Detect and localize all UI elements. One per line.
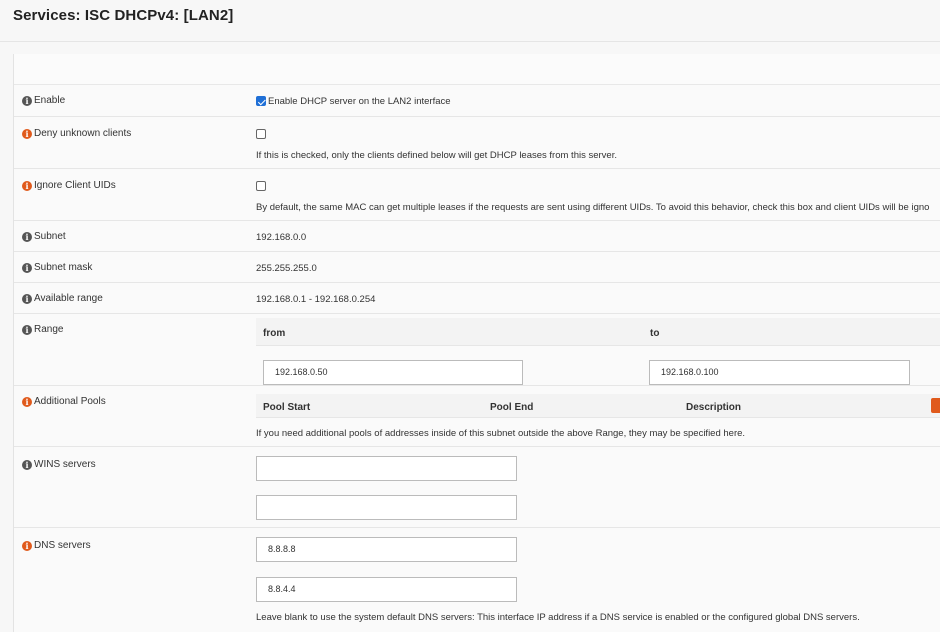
range-header: from to (256, 318, 940, 346)
range-from-input[interactable]: 192.168.0.50 (263, 360, 523, 385)
label-wins: i WINS servers (22, 459, 96, 470)
enable-checkbox-label[interactable]: Enable DHCP server on the LAN2 interface (268, 96, 451, 107)
row-additional-pools: i Additional Pools Pool Start Pool End D… (14, 386, 940, 447)
settings-panel: i Enable Enable DHCP server on the LAN2 … (13, 54, 940, 632)
label-subnet-text: Subnet (34, 231, 66, 242)
label-deny-unknown-text: Deny unknown clients (34, 128, 132, 139)
label-subnet: i Subnet (22, 231, 66, 242)
label-available-range-text: Available range (34, 293, 103, 304)
pools-col-end: Pool End (490, 402, 534, 413)
panel-header (14, 54, 940, 85)
pools-table-header: Pool Start Pool End Description (256, 394, 940, 418)
label-additional-pools: i Additional Pools (22, 396, 106, 407)
label-additional-pools-text: Additional Pools (34, 396, 106, 407)
row-subnet: i Subnet 192.168.0.0 (14, 221, 940, 252)
info-icon[interactable]: i (22, 459, 32, 470)
wins-server-2-input[interactable] (256, 495, 517, 520)
row-enable: i Enable Enable DHCP server on the LAN2 … (14, 85, 940, 117)
subnet-value: 192.168.0.0 (256, 232, 307, 243)
ignore-uids-help: By default, the same MAC can get multipl… (256, 202, 930, 213)
label-deny-unknown: i Deny unknown clients (22, 128, 131, 139)
row-range: i Range from to 192.168.0.50 192.168.0.1… (14, 314, 940, 386)
label-ignore-uids: i Ignore Client UIDs (22, 180, 116, 191)
label-subnet-mask: i Subnet mask (22, 262, 92, 273)
info-icon[interactable]: i (22, 293, 32, 304)
row-available-range: i Available range 192.168.0.1 - 192.168.… (14, 283, 940, 314)
range-to-input[interactable]: 192.168.0.100 (649, 360, 910, 385)
deny-unknown-help: If this is checked, only the clients def… (256, 150, 617, 161)
info-icon[interactable]: i (22, 231, 32, 242)
range-to-label: to (650, 328, 660, 339)
row-deny-unknown: i Deny unknown clients If this is checke… (14, 117, 940, 169)
info-icon[interactable]: i (22, 95, 32, 106)
page-title: Services: ISC DHCPv4: [LAN2] (13, 7, 234, 24)
info-icon[interactable]: i (22, 540, 32, 551)
available-range-value: 192.168.0.1 - 192.168.0.254 (256, 294, 376, 305)
row-wins: i WINS servers (14, 447, 940, 528)
label-enable: i Enable (22, 95, 65, 106)
info-icon[interactable]: i (22, 128, 32, 139)
wins-server-1-input[interactable] (256, 456, 517, 481)
info-icon[interactable]: i (22, 324, 32, 335)
enable-checkbox[interactable] (256, 96, 266, 106)
pools-help: If you need additional pools of addresse… (256, 428, 746, 439)
label-subnet-mask-text: Subnet mask (34, 262, 93, 273)
label-dns-text: DNS servers (34, 540, 91, 551)
row-subnet-mask: i Subnet mask 255.255.255.0 (14, 252, 940, 283)
dns-server-1-input[interactable]: 8.8.8.8 (256, 537, 517, 562)
label-range: i Range (22, 324, 63, 335)
info-icon[interactable]: i (22, 180, 32, 191)
info-icon[interactable]: i (22, 396, 32, 407)
label-range-text: Range (34, 324, 64, 335)
deny-unknown-checkbox[interactable] (256, 129, 266, 139)
info-icon[interactable]: i (22, 262, 32, 273)
row-ignore-uids: i Ignore Client UIDs By default, the sam… (14, 169, 940, 221)
add-pool-button[interactable] (931, 398, 940, 413)
row-dns: i DNS servers 8.8.8.8 8.8.4.4 Leave blan… (14, 528, 940, 632)
label-available-range: i Available range (22, 293, 103, 304)
page-header: Services: ISC DHCPv4: [LAN2] (0, 0, 940, 42)
label-dns: i DNS servers (22, 540, 91, 551)
label-enable-text: Enable (34, 95, 66, 106)
range-from-label: from (263, 328, 286, 339)
pools-col-description: Description (686, 402, 742, 413)
dns-help: Leave blank to use the system default DN… (256, 612, 860, 623)
label-wins-text: WINS servers (34, 459, 96, 470)
subnet-mask-value: 255.255.255.0 (256, 263, 317, 274)
content-area: i Enable Enable DHCP server on the LAN2 … (0, 42, 940, 632)
pools-col-start: Pool Start (263, 402, 311, 413)
ignore-uids-checkbox[interactable] (256, 181, 266, 191)
label-ignore-uids-text: Ignore Client UIDs (34, 180, 116, 191)
dns-server-2-input[interactable]: 8.8.4.4 (256, 577, 517, 602)
